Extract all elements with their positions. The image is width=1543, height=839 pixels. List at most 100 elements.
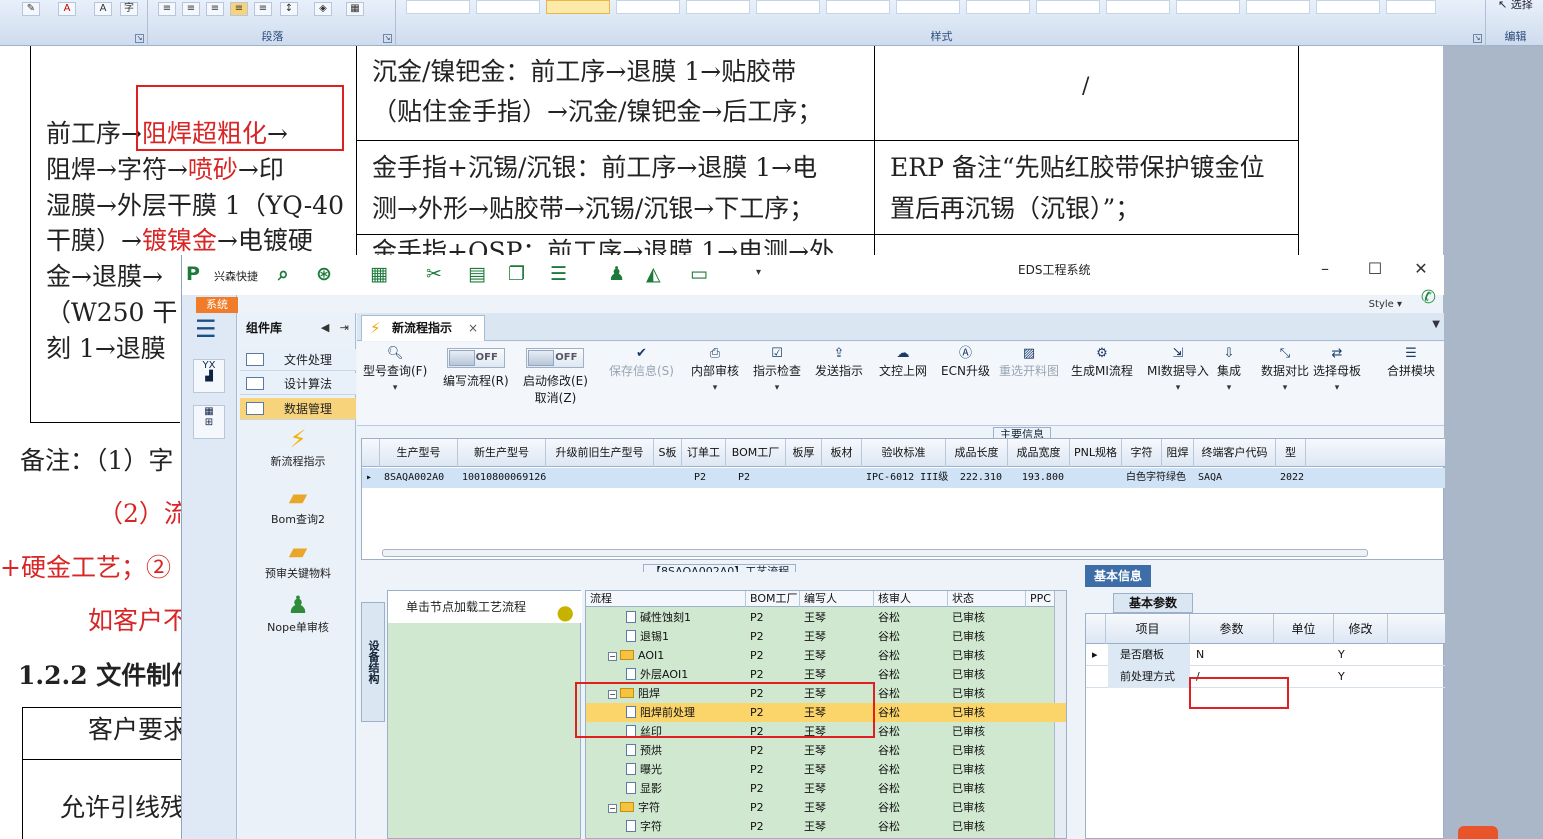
tree-node[interactable]: 退锡1 [626, 627, 669, 646]
copy-icon[interactable]: ❐ [508, 263, 525, 285]
tool-prereview[interactable]: ▰ 预审关键物料 [240, 537, 356, 581]
column-header[interactable]: 核审人 [874, 591, 948, 607]
search-icon[interactable]: ⌕ [278, 263, 289, 285]
tree-node[interactable]: 碱性蚀刻1 [626, 608, 691, 627]
tool-nope-review[interactable]: ♟ Nope单审核 [240, 591, 356, 635]
factory-icon[interactable]: YX ▟ [193, 359, 225, 393]
align-center-icon[interactable]: ≡ [182, 2, 200, 16]
minimize-button[interactable]: – [1310, 259, 1340, 278]
dropdown-arrow-icon[interactable]: ▾ [691, 383, 739, 393]
collapse-icon[interactable]: − [608, 652, 617, 661]
style-gallery-item[interactable] [546, 0, 610, 14]
column-header[interactable]: 新生产型号 [458, 439, 546, 467]
tree-node[interactable]: 预烘 [626, 741, 662, 760]
column-header[interactable]: 状态 [948, 591, 1026, 607]
basic-params-tab[interactable]: 基本参数 [1113, 593, 1193, 613]
style-gallery-item[interactable] [406, 0, 470, 14]
param-cell[interactable]: N [1192, 644, 1274, 666]
toolbar-button[interactable]: ⇲ MI数据导入 ▾ [1147, 346, 1209, 393]
column-header[interactable]: 单位 [1274, 614, 1334, 644]
collapse-icon[interactable]: − [608, 804, 617, 813]
monitor-icon[interactable]: ▭ [690, 263, 708, 285]
align-right-icon[interactable]: ≡ [206, 2, 224, 16]
toolbar-button[interactable]: ⇄ 选择母板 ▾ [1313, 346, 1361, 393]
column-header[interactable]: 参数 [1190, 614, 1274, 644]
scissors-icon[interactable]: ✂ [426, 263, 442, 285]
close-tab-icon[interactable]: × [468, 316, 478, 340]
column-header[interactable]: 板材 [822, 439, 862, 467]
toolbar-button[interactable]: ☑ 指示检查 ▾ [753, 346, 801, 393]
tree-row[interactable]: 曝光 P2 王琴 谷松 已审核 [586, 760, 1066, 779]
chart-icon[interactable]: ◭ [646, 263, 661, 285]
column-header[interactable]: PNL规格 [1070, 439, 1122, 467]
font-launcher-icon[interactable]: ↘ [135, 34, 144, 43]
dropdown-arrow-icon[interactable]: ▾ [1147, 383, 1209, 393]
column-header[interactable]: 订单工厂 [682, 439, 726, 487]
style-gallery-item[interactable] [1106, 0, 1170, 14]
film-icon[interactable]: ▤ [468, 263, 486, 285]
help-icon[interactable]: ⊛ [316, 263, 332, 285]
panel-nav-icons[interactable]: ◀ ⇥ [321, 321, 349, 334]
column-header[interactable]: 终端客户代码 [1194, 439, 1276, 467]
column-header[interactable]: 编写人 [800, 591, 874, 607]
column-header[interactable]: 字符 [1122, 439, 1162, 467]
font-color-icon[interactable]: A [58, 2, 76, 16]
highlight-icon[interactable]: ✎ [22, 2, 40, 16]
enclose-char-icon[interactable]: 字 [120, 2, 138, 16]
component-item-algorithm[interactable]: 设计算法 [240, 373, 356, 395]
menu-icon[interactable]: ☰ [195, 315, 217, 343]
tab-list-icon[interactable]: ▼ [1432, 319, 1440, 330]
line-spacing-icon[interactable]: ↕ [280, 2, 298, 16]
customize-icon[interactable]: ▾ [756, 267, 761, 278]
column-header[interactable]: 生产型号 [380, 439, 458, 467]
style-gallery-item[interactable] [686, 0, 750, 14]
style-gallery-item[interactable] [1036, 0, 1100, 14]
styles-launcher-icon[interactable]: ↘ [1473, 34, 1482, 43]
toolbar-button[interactable]: 🔍︎ 型号查询(F) ▾ [363, 346, 427, 393]
unit-cell[interactable] [1276, 644, 1334, 666]
style-gallery-item[interactable] [1176, 0, 1240, 14]
toggle-switch[interactable]: OFF [446, 348, 505, 368]
toolbar-button[interactable]: ⚙ 生成MI流程 [1071, 346, 1133, 379]
table-row[interactable]: ▸ 是否磨板 N Y [1086, 644, 1445, 666]
toolbar-button[interactable]: Ⓐ ECN升级 [941, 346, 990, 379]
toolbar-button[interactable]: OFF 启动修改(E) 取消(Z) [523, 346, 588, 406]
toggle-switch[interactable]: OFF [526, 348, 585, 368]
style-gallery-item[interactable] [756, 0, 820, 14]
tree-row[interactable]: 碱性蚀刻1 P2 王琴 谷松 已审核 [586, 608, 1066, 627]
list-icon[interactable]: ☰ [550, 263, 567, 285]
tree-row[interactable]: − 字符 P2 王琴 谷松 已审核 [586, 798, 1066, 817]
tree-row[interactable]: − AOI1 P2 王琴 谷松 已审核 [586, 646, 1066, 665]
char-border-icon[interactable]: A [94, 2, 112, 16]
tree-node[interactable]: 显影 [626, 779, 662, 798]
tree-node[interactable]: − AOI1 [608, 646, 664, 665]
column-header[interactable]: BOM工厂 [746, 591, 800, 607]
dropdown-arrow-icon[interactable]: ▾ [753, 383, 801, 393]
calculator-icon[interactable]: ▦ ⊞ [193, 405, 225, 439]
column-header[interactable]: BOM工厂 [726, 439, 786, 467]
toolbar-button[interactable]: ☰ 合拼模块 [1387, 346, 1435, 379]
tree-row[interactable]: 字符 P2 王琴 谷松 已审核 [586, 817, 1066, 836]
style-gallery-item[interactable] [826, 0, 890, 14]
toolbar-button[interactable]: ✔ 保存信息(S) [609, 346, 674, 379]
column-header[interactable]: 成品宽度 [1008, 439, 1070, 467]
system-tab[interactable]: 系统 [196, 297, 238, 313]
user-icon[interactable]: ♟ [608, 263, 625, 285]
column-header[interactable]: 成品长度 [946, 439, 1008, 467]
grid-icon[interactable]: ▦ [370, 263, 388, 285]
tree-row[interactable]: 显影 P2 王琴 谷松 已审核 [586, 779, 1066, 798]
tree-row[interactable]: 预烘 P2 王琴 谷松 已审核 [586, 741, 1066, 760]
close-button[interactable]: ✕ [1406, 259, 1436, 278]
dropdown-arrow-icon[interactable]: ▾ [1261, 383, 1309, 393]
style-gallery-item[interactable] [1316, 0, 1380, 14]
component-item-data[interactable]: 数据管理 [240, 398, 356, 420]
style-gallery-item[interactable] [896, 0, 960, 14]
distribute-icon[interactable]: ≡ [254, 2, 272, 16]
style-dropdown[interactable]: Style ▾ [1369, 299, 1402, 310]
dropdown-arrow-icon[interactable]: ▾ [363, 383, 427, 393]
style-gallery-item[interactable] [1246, 0, 1310, 14]
paragraph-launcher-icon[interactable]: ↘ [383, 34, 392, 43]
toolbar-button[interactable]: ▨ 重选开料图 [999, 346, 1059, 379]
tree-node[interactable]: − 字符 [608, 798, 660, 817]
tree-node[interactable]: 字符 [626, 817, 662, 836]
